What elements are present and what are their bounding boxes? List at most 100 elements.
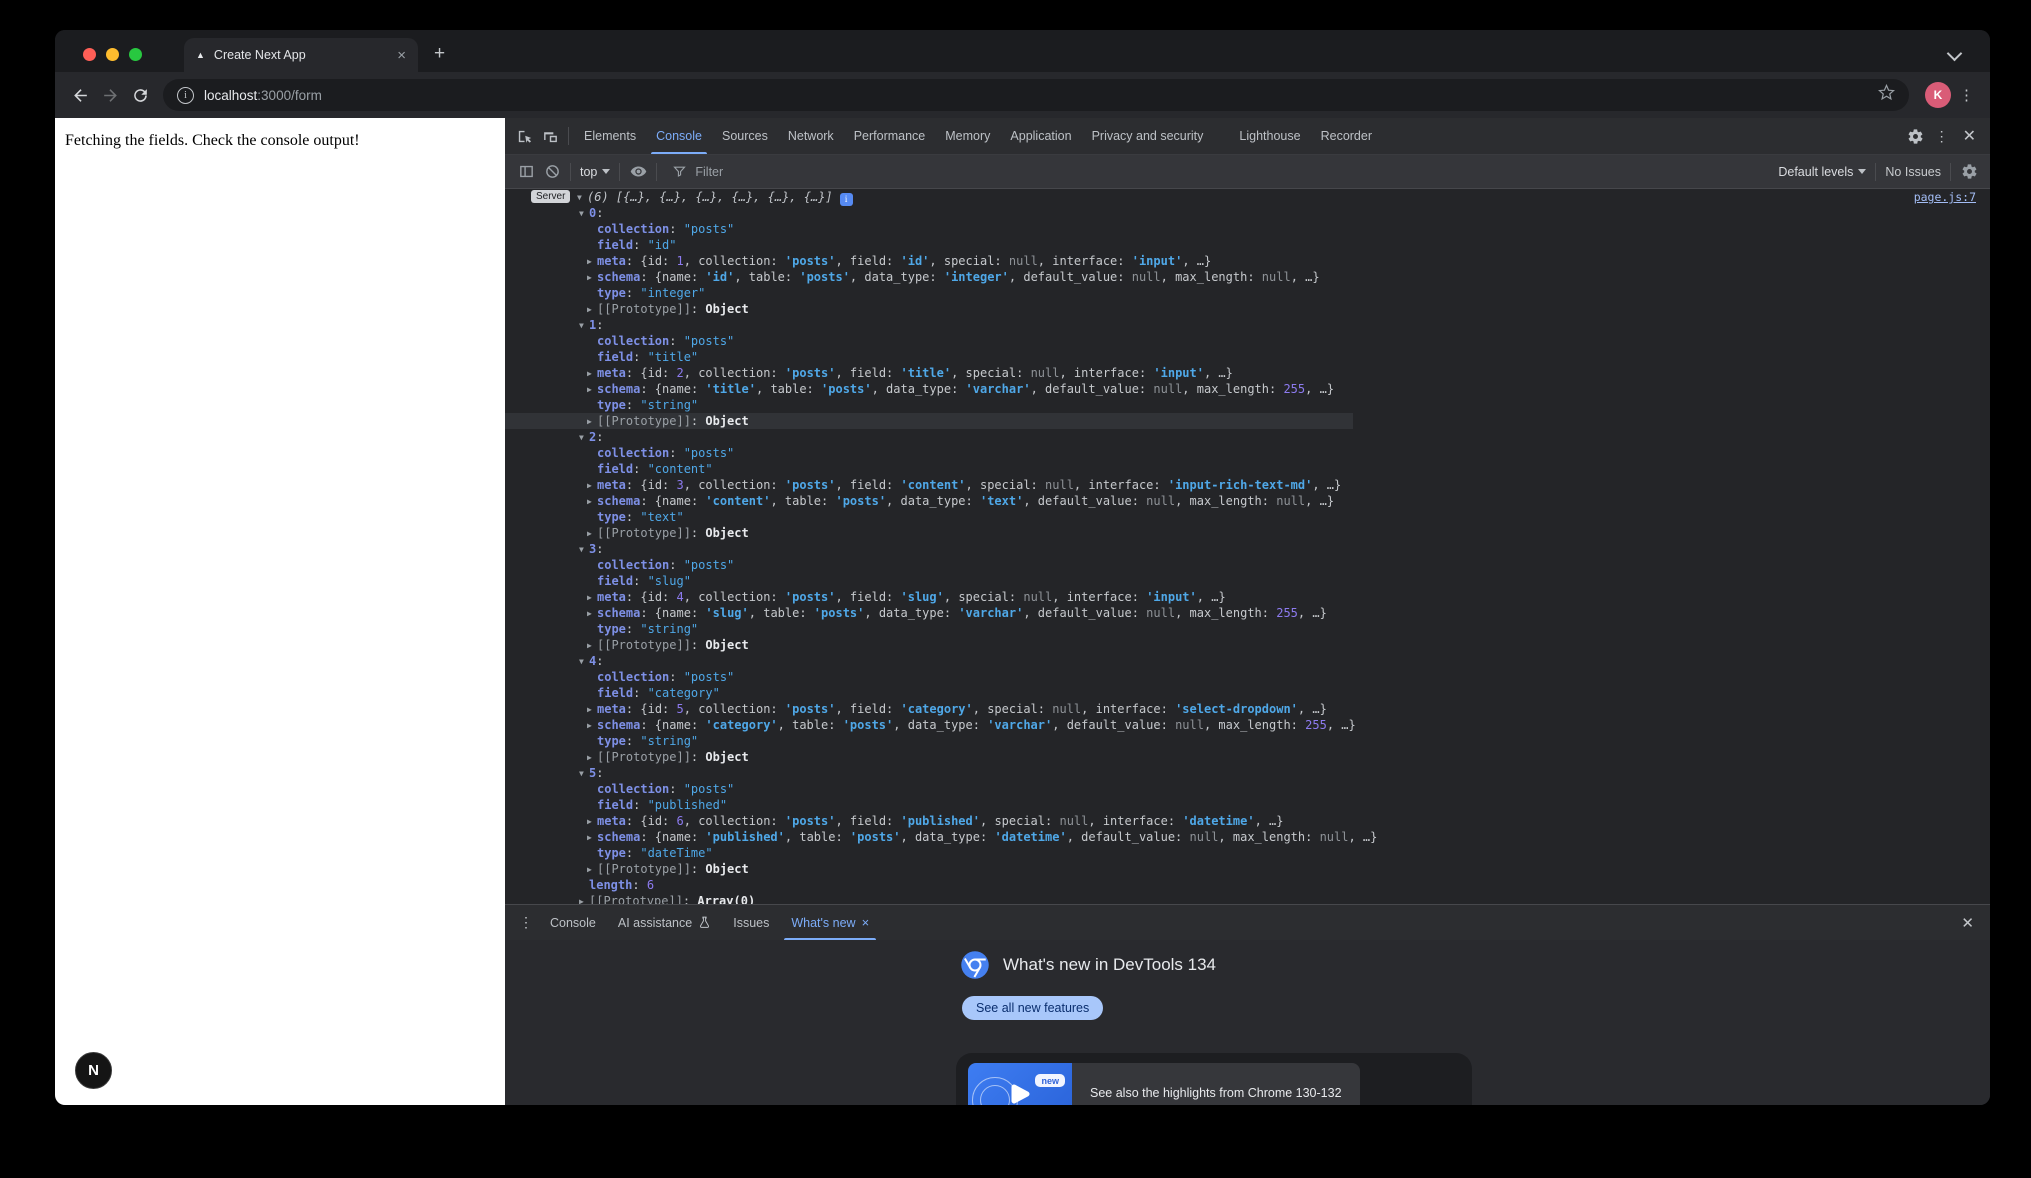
tab-close-icon[interactable]: × [397, 47, 406, 64]
expander-down-icon[interactable]: ▼ [577, 190, 587, 206]
expander-right-icon[interactable]: ▶ [587, 702, 597, 718]
expander-down-icon[interactable]: ▼ [579, 542, 589, 558]
devtools-menu-icon[interactable]: ⋮ [1935, 128, 1949, 145]
reload-button[interactable] [125, 80, 155, 110]
console-line[interactable]: ▶schema: {name: 'id', table: 'posts', da… [505, 269, 1990, 285]
console-line[interactable]: ▶meta: {id: 3, collection: 'posts', fiel… [505, 477, 1990, 493]
live-expression-eye-icon[interactable] [625, 159, 651, 185]
expander-right-icon[interactable]: ▶ [587, 366, 597, 382]
chevron-down-icon[interactable] [1947, 46, 1963, 62]
expander-right-icon[interactable]: ▶ [587, 414, 597, 430]
devtools-tab-application[interactable]: Application [1000, 118, 1081, 154]
expander-right-icon[interactable]: ▶ [587, 270, 597, 286]
drawer-tab-ai-assistance[interactable]: AI assistance [607, 905, 722, 940]
expander-right-icon[interactable]: ▶ [587, 382, 597, 398]
devtools-tab-sources[interactable]: Sources [712, 118, 778, 154]
nextjs-dev-indicator[interactable]: N [75, 1052, 112, 1089]
expander-right-icon[interactable]: ▶ [587, 862, 597, 878]
devtools-tab-memory[interactable]: Memory [935, 118, 1000, 154]
drawer-tab-issues[interactable]: Issues [722, 905, 780, 940]
browser-menu-icon[interactable]: ⋮ [1959, 86, 1974, 104]
console-line[interactable]: ▼1: [505, 317, 1990, 333]
expander-right-icon[interactable]: ▶ [579, 894, 589, 904]
issues-counter[interactable]: No Issues [1885, 165, 1941, 179]
console-line[interactable]: ▶[[Prototype]]: Object [505, 301, 1990, 317]
devtools-tab-console[interactable]: Console [646, 118, 712, 154]
expander-right-icon[interactable]: ▶ [587, 606, 597, 622]
fullscreen-window-button[interactable] [129, 48, 142, 61]
console-line[interactable]: ▶[[Prototype]]: Object [505, 749, 1990, 765]
console-line[interactable]: ▶schema: {name: 'category', table: 'post… [505, 717, 1990, 733]
new-tab-button[interactable]: + [434, 43, 445, 65]
console-line[interactable]: ▶schema: {name: 'title', table: 'posts',… [505, 381, 1990, 397]
console-line[interactable]: ▶meta: {id: 4, collection: 'posts', fiel… [505, 589, 1990, 605]
device-toolbar-icon[interactable] [537, 123, 563, 149]
console-line[interactable]: ▶[[Prototype]]: Object [505, 413, 1990, 429]
browser-tab[interactable]: ▲ Create Next App × [184, 38, 418, 72]
expander-down-icon[interactable]: ▼ [579, 318, 589, 334]
expander-right-icon[interactable]: ▶ [587, 478, 597, 494]
devtools-tab-recorder[interactable]: Recorder [1311, 118, 1382, 154]
console-line[interactable]: ▼3: [505, 541, 1990, 557]
console-filter-input[interactable]: Filter [672, 164, 1764, 179]
expander-right-icon[interactable]: ▶ [587, 750, 597, 766]
bookmark-star-icon[interactable] [1878, 84, 1895, 106]
source-link[interactable]: page.js:7 [1914, 189, 1976, 205]
url-bar[interactable]: i localhost:3000/form [163, 79, 1909, 111]
devtools-tab-performance[interactable]: Performance [844, 118, 936, 154]
expander-right-icon[interactable]: ▶ [587, 590, 597, 606]
console-line[interactable]: ▶meta: {id: 2, collection: 'posts', fiel… [505, 365, 1990, 381]
devtools-close-icon[interactable]: ✕ [1963, 126, 1976, 146]
minimize-window-button[interactable] [106, 48, 119, 61]
console-line[interactable]: ▶schema: {name: 'published', table: 'pos… [505, 829, 1990, 845]
site-info-icon[interactable]: i [177, 87, 194, 104]
console-line[interactable]: ▼4: [505, 653, 1990, 669]
drawer-menu-icon[interactable]: ⋮ [519, 914, 533, 931]
console-sidebar-icon[interactable] [513, 159, 539, 185]
expander-right-icon[interactable]: ▶ [587, 718, 597, 734]
console-line[interactable]: ▼5: [505, 765, 1990, 781]
console-line[interactable]: ▶meta: {id: 1, collection: 'posts', fiel… [505, 253, 1990, 269]
close-window-button[interactable] [83, 48, 96, 61]
expander-right-icon[interactable]: ▶ [587, 814, 597, 830]
console-line[interactable]: ▼0: [505, 205, 1990, 221]
expander-down-icon[interactable]: ▼ [579, 654, 589, 670]
console-line[interactable]: ▶[[Prototype]]: Object [505, 861, 1990, 877]
expander-down-icon[interactable]: ▼ [579, 206, 589, 222]
highlights-link[interactable]: new See also the highlights from Chrome … [968, 1063, 1360, 1105]
console-line[interactable]: ▶schema: {name: 'content', table: 'posts… [505, 493, 1990, 509]
devtools-tab-privacy[interactable]: Privacy and security [1082, 118, 1214, 154]
forward-button[interactable] [95, 80, 125, 110]
log-levels-dropdown[interactable]: Default levels [1778, 165, 1866, 179]
expander-right-icon[interactable]: ▶ [587, 638, 597, 654]
console-line[interactable]: ▶[[Prototype]]: Object [505, 525, 1990, 541]
console-line[interactable]: ▶schema: {name: 'slug', table: 'posts', … [505, 605, 1990, 621]
clear-console-icon[interactable] [539, 159, 565, 185]
profile-avatar[interactable]: K [1925, 82, 1951, 108]
console-line[interactable]: ▼2: [505, 429, 1990, 445]
js-context-selector[interactable]: top [580, 165, 610, 179]
console-line[interactable]: ▶meta: {id: 6, collection: 'posts', fiel… [505, 813, 1990, 829]
console-messages[interactable]: ▼Server(6) [{…}, {…}, {…}, {…}, {…}, {…}… [505, 189, 1990, 904]
drawer-close-icon[interactable]: ✕ [1961, 914, 1974, 932]
drawer-tab-whats-new[interactable]: What's new × [780, 905, 880, 940]
console-line[interactable]: ▶[[Prototype]]: Object [505, 637, 1990, 653]
console-line[interactable]: ▼Server(6) [{…}, {…}, {…}, {…}, {…}, {…}… [505, 189, 1990, 205]
expander-right-icon[interactable]: ▶ [587, 302, 597, 318]
expander-right-icon[interactable]: ▶ [587, 830, 597, 846]
tab-close-icon[interactable]: × [862, 915, 870, 930]
console-line[interactable]: ▶meta: {id: 5, collection: 'posts', fiel… [505, 701, 1990, 717]
expander-down-icon[interactable]: ▼ [579, 430, 589, 446]
expander-down-icon[interactable]: ▼ [579, 766, 589, 782]
devtools-tab-elements[interactable]: Elements [574, 118, 646, 154]
inspect-element-icon[interactable] [511, 123, 537, 149]
back-button[interactable] [65, 80, 95, 110]
expander-right-icon[interactable]: ▶ [587, 254, 597, 270]
devtools-tab-lighthouse[interactable]: Lighthouse [1229, 118, 1310, 154]
devtools-tab-network[interactable]: Network [778, 118, 844, 154]
expander-right-icon[interactable]: ▶ [587, 526, 597, 542]
expander-right-icon[interactable]: ▶ [587, 494, 597, 510]
drawer-tab-console[interactable]: Console [539, 905, 607, 940]
console-line[interactable]: ▶[[Prototype]]: Array(0) [505, 893, 1990, 904]
see-all-features-button[interactable]: See all new features [962, 996, 1103, 1020]
